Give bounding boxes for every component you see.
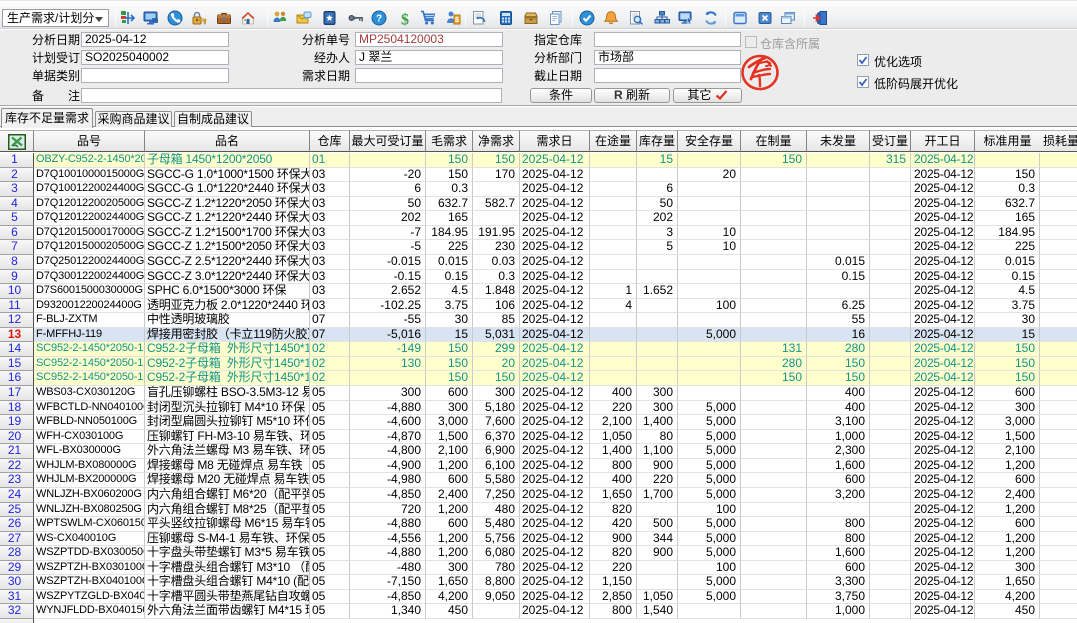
- svg-text:$: $: [401, 12, 409, 27]
- svg-text:?: ?: [376, 14, 382, 25]
